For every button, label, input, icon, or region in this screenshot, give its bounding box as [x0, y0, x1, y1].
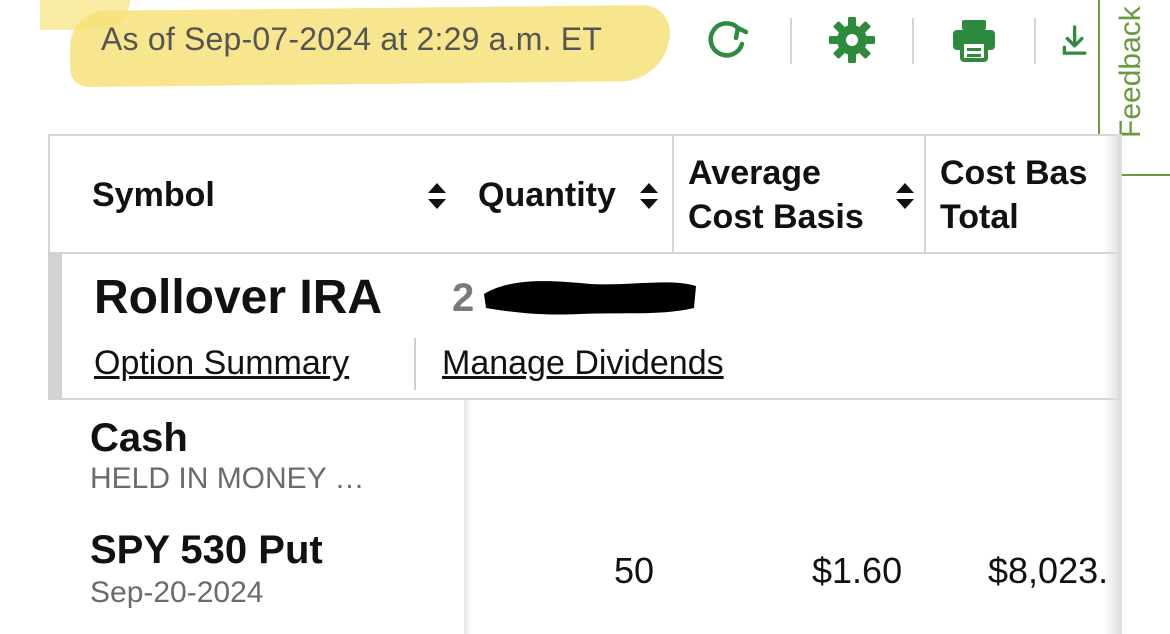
toolbar-divider	[790, 18, 792, 64]
column-header-average-cost-basis[interactable]: Average Cost Basis	[672, 134, 926, 254]
table-row[interactable]: Cash HELD IN MONEY …	[48, 400, 1120, 516]
position-description: Sep-20-2024	[90, 576, 264, 609]
position-description: HELD IN MONEY …	[90, 462, 365, 495]
column-header-label: Total	[940, 198, 1019, 236]
redaction-mark	[484, 281, 696, 315]
account-name: Rollover IRA	[94, 271, 383, 324]
option-summary-link[interactable]: Option Summary	[94, 344, 349, 383]
as-of-timestamp: As of Sep-07-2024 at 2:29 a.m. ET	[101, 21, 603, 57]
column-header-label: Cost Bas	[940, 154, 1088, 192]
account-number: 2	[452, 276, 475, 320]
column-header-label: Cost Basis	[688, 198, 864, 236]
refresh-icon[interactable]	[700, 12, 756, 68]
account-row: Rollover IRA 2 Option Summary Manage Div…	[48, 252, 1120, 400]
print-icon[interactable]	[946, 12, 1002, 68]
link-divider	[414, 338, 416, 390]
top-toolbar: As of Sep-07-2024 at 2:29 a.m. ET	[0, 0, 1170, 120]
cost-basis-total-value: $8,023.	[988, 550, 1109, 591]
position-symbol: SPY 530 Put	[90, 528, 323, 572]
column-header-quantity[interactable]: Quantity	[468, 134, 674, 254]
manage-dividends-link[interactable]: Manage Dividends	[442, 344, 724, 383]
download-icon[interactable]	[1060, 12, 1098, 68]
column-divider	[464, 400, 472, 514]
column-header-label: Symbol	[92, 176, 215, 214]
sort-icon	[428, 183, 446, 209]
toolbar-divider	[1034, 18, 1036, 64]
column-header-label: Average	[688, 154, 821, 192]
sort-icon	[640, 183, 658, 209]
feedback-label: Feedback	[1114, 6, 1147, 138]
average-cost-value: $1.60	[812, 550, 903, 591]
column-header-symbol[interactable]: Symbol	[48, 134, 470, 254]
gear-icon[interactable]	[824, 12, 880, 68]
quantity-value: 50	[614, 550, 655, 591]
column-header-cost-basis-total[interactable]: Cost Bas Total	[924, 134, 1120, 254]
scroll-shadow	[1104, 134, 1122, 634]
sort-icon	[896, 183, 914, 209]
table-row[interactable]: SPY 530 Put Sep-20-2024 50 $1.60 $8,023.	[48, 514, 1120, 634]
column-header-label: Quantity	[478, 176, 616, 214]
positions-table: Symbol Quantity Average Cost Basis Cost …	[48, 134, 1122, 634]
position-symbol: Cash	[90, 416, 188, 460]
column-divider	[464, 514, 472, 634]
toolbar-divider	[912, 18, 914, 64]
